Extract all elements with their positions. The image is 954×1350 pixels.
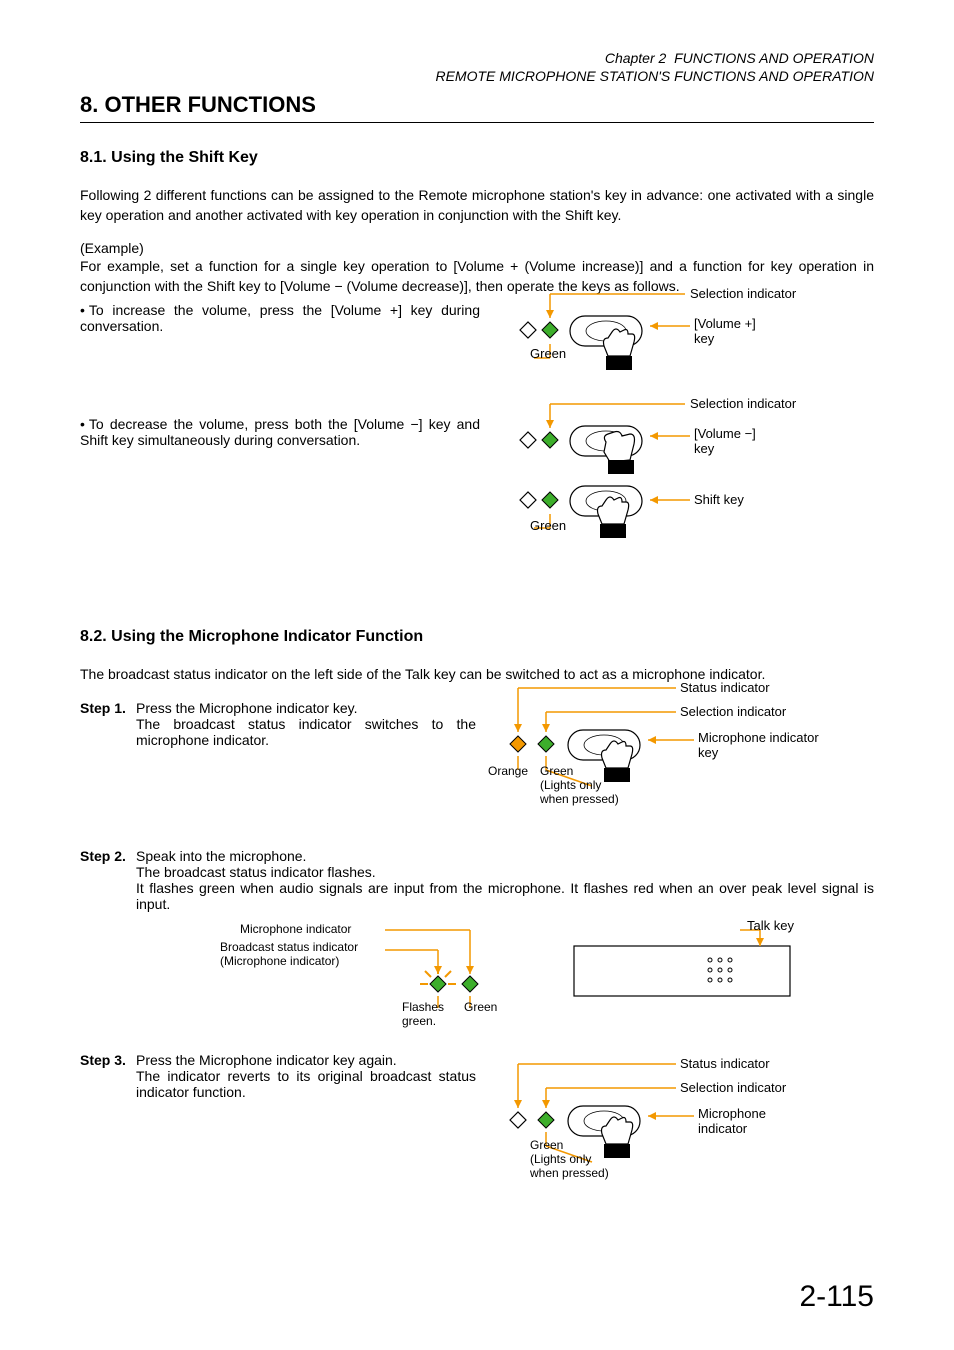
bullet-2: •To decrease the volume, press both the … (80, 416, 480, 448)
example-label: (Example) (80, 240, 874, 256)
label-selection-indicator-2: Selection indicator (690, 396, 796, 411)
label-mic-indicator-s3: Microphone indicator (698, 1106, 766, 1136)
label-lights-note: (Lights only when pressed) (540, 778, 619, 806)
diagram-volume-plus: Selection indicator [Volume +] key Green (480, 278, 840, 388)
speaker-grid-icon (708, 958, 732, 982)
label-lights-note-s3: (Lights only when pressed) (530, 1152, 609, 1180)
label-green: Green (530, 346, 566, 361)
label-broadcast-status: Broadcast status indicator (Microphone i… (220, 940, 358, 968)
label-status-indicator: Status indicator (680, 680, 770, 695)
hand-icon (598, 497, 629, 538)
chapter-title: FUNCTIONS AND OPERATION (674, 50, 874, 66)
label-mic-ind-key: Microphone indicator key (698, 730, 819, 760)
section-8-2-heading: 8.2. Using the Microphone Indicator Func… (80, 628, 874, 646)
label-green-2: Green (530, 518, 566, 533)
label-talk-key: Talk key (747, 918, 794, 933)
chapter-header-line2: REMOTE MICROPHONE STATION'S FUNCTIONS AN… (80, 68, 874, 84)
section-8-1-intro: Following 2 different functions can be a… (80, 185, 874, 226)
label-green-s3: Green (530, 1138, 563, 1152)
hand-icon (602, 741, 633, 782)
section-8-1-heading: 8.1. Using the Shift Key (80, 149, 874, 167)
diagram-volume-minus: Selection indicator [Volume −] key Shift… (480, 388, 840, 558)
label-selection-indicator-s1: Selection indicator (680, 704, 786, 719)
label-selection-indicator-s3: Selection indicator (680, 1080, 786, 1095)
page-number: 2-115 (799, 1280, 874, 1314)
step-2-label: Step 2. (80, 848, 136, 864)
diagram-step-2-left: Microphone indicator Broadcast status in… (210, 918, 510, 1028)
bullet-1: •To increase the volume, press the [Volu… (80, 302, 480, 334)
label-status-indicator-s3: Status indicator (680, 1056, 770, 1071)
diagram-step-1: Status indicator Selection indicator Mic… (476, 676, 876, 816)
label-volume-plus-key: [Volume +] key (694, 316, 756, 346)
label-orange: Orange (488, 764, 528, 778)
hand-icon (604, 329, 635, 370)
section-8-title: 8. OTHER FUNCTIONS (80, 92, 874, 123)
page: Chapter 2 FUNCTIONS AND OPERATION REMOTE… (0, 0, 954, 1350)
step-1-label: Step 1. (80, 700, 136, 716)
chapter-header-line1: Chapter 2 FUNCTIONS AND OPERATION (80, 50, 874, 66)
diagram-step-2-right: Talk key (570, 918, 800, 1028)
label-selection-indicator: Selection indicator (690, 286, 796, 301)
step-1-text: Press the Microphone indicator key. The … (136, 700, 476, 748)
step-2-text: Speak into the microphone. The broadcast… (136, 848, 874, 912)
hand-icon (604, 432, 635, 475)
chapter-number: Chapter 2 (605, 50, 666, 66)
step-3-text: Press the Microphone indicator key again… (136, 1052, 476, 1100)
label-shift-key: Shift key (694, 492, 744, 507)
step-3-label: Step 3. (80, 1052, 136, 1068)
diagram-step-3: Status indicator Selection indicator Mic… (476, 1052, 876, 1202)
label-volume-minus-key: [Volume −] key (694, 426, 756, 456)
label-flashes-green: Flashes green. (402, 1000, 444, 1028)
label-mic-indicator: Microphone indicator (240, 922, 351, 936)
label-green-s2: Green (464, 1000, 497, 1014)
label-green-s1: Green (540, 764, 573, 778)
